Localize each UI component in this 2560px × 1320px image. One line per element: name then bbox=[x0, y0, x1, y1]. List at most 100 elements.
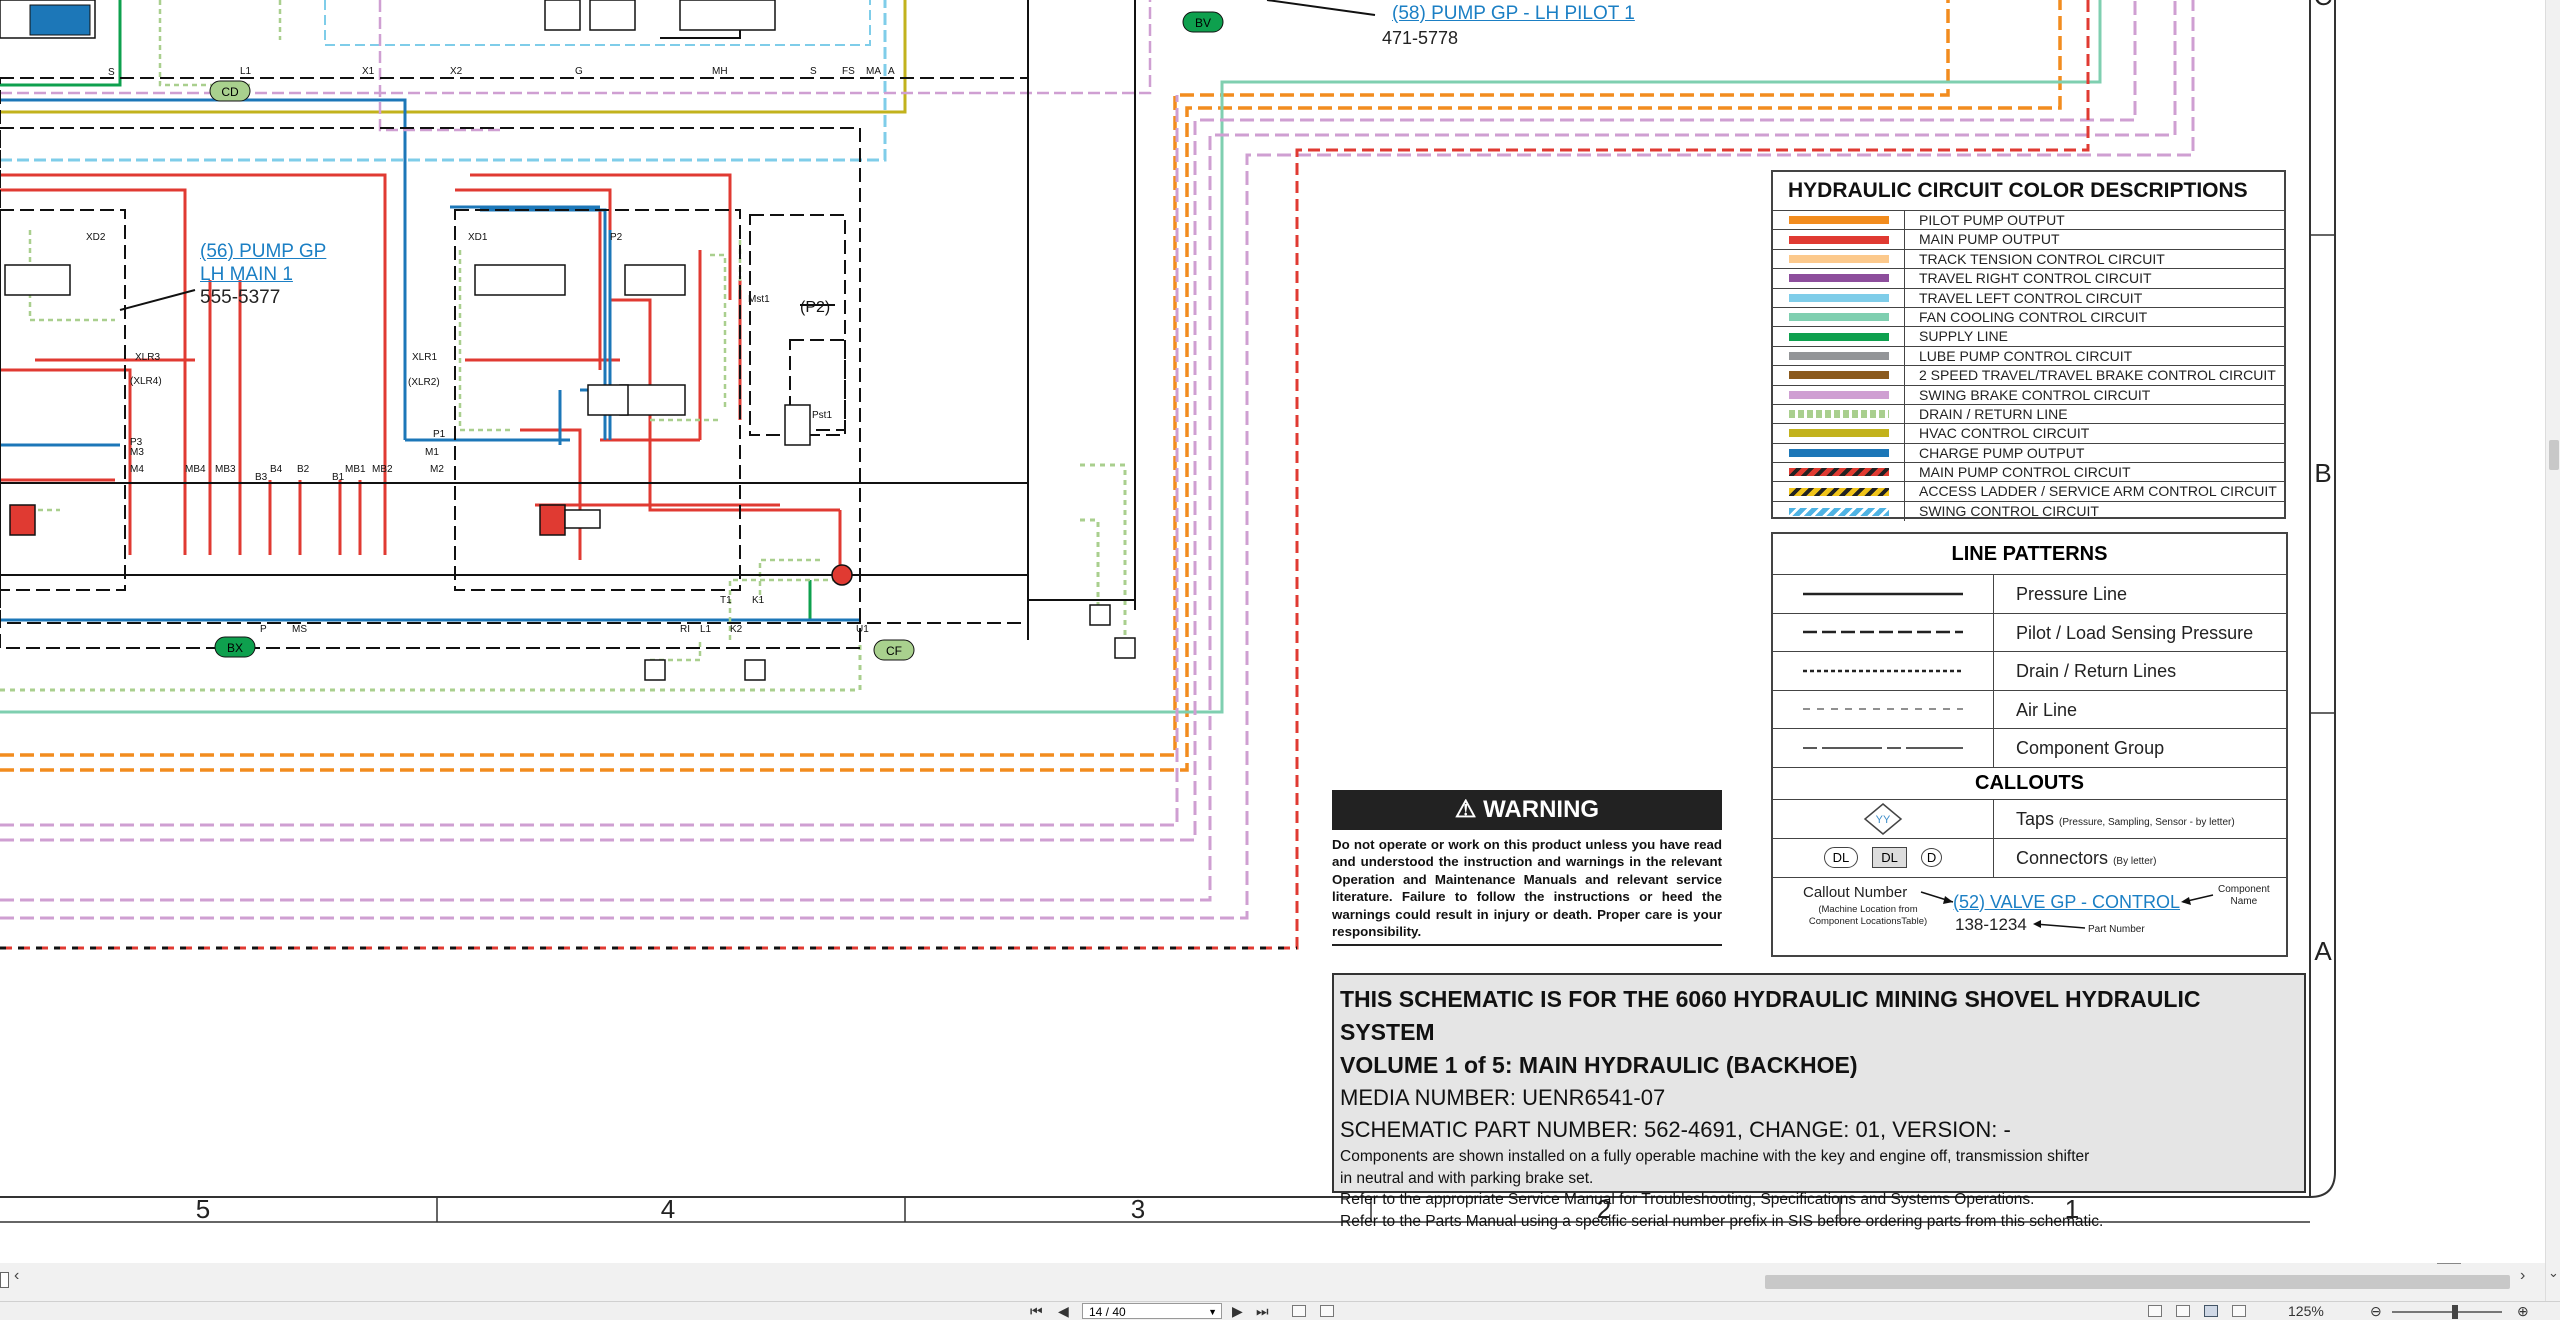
color-legend-label: SUPPLY LINE bbox=[1919, 328, 2008, 345]
connector-cf: CF bbox=[873, 639, 915, 661]
color-swatch bbox=[1788, 332, 1889, 341]
fit-page-icon[interactable] bbox=[1292, 1305, 1306, 1317]
line-pattern-row: Air Line bbox=[1773, 690, 2286, 729]
port-label: S bbox=[108, 67, 115, 78]
color-legend-row: 2 SPEED TRAVEL/TRAVEL BRAKE CONTROL CIRC… bbox=[1773, 366, 2284, 386]
viewer-toolbar: ⏮ ◀ 14 / 40 ▼ ▶ ⏭ 125% ⊖ ⊕ bbox=[0, 1301, 2560, 1320]
line-pattern-row: Component Group bbox=[1773, 729, 2286, 768]
tap-diamond-icon: YY bbox=[1863, 802, 1903, 835]
fit-width-icon[interactable] bbox=[1320, 1305, 1334, 1317]
port-label: Pst1 bbox=[812, 410, 832, 421]
port-label: U1 bbox=[856, 624, 869, 635]
title-line-1: THIS SCHEMATIC IS FOR THE 6060 HYDRAULIC… bbox=[1340, 986, 2201, 1045]
port-label: G bbox=[575, 66, 583, 77]
color-legend-label: MAIN PUMP CONTROL CIRCUIT bbox=[1919, 464, 2131, 481]
zoom-slider[interactable] bbox=[2392, 1305, 2502, 1319]
scroll-left-stop[interactable] bbox=[0, 1272, 9, 1288]
line-pattern-row: Pressure Line bbox=[1773, 575, 2286, 614]
color-legend-row: SUPPLY LINE bbox=[1773, 327, 2284, 347]
callout-example: Callout Number (Machine Location from Co… bbox=[1773, 878, 2286, 950]
port-label: B4 bbox=[270, 464, 283, 475]
first-page-icon[interactable]: ⏮ bbox=[1030, 1303, 1043, 1320]
media-number: MEDIA NUMBER: UENR6541-07 bbox=[1340, 1085, 1666, 1110]
connector-bx: BX bbox=[214, 636, 256, 658]
port-label: K2 bbox=[730, 624, 743, 635]
connector-cd: CD bbox=[209, 80, 251, 102]
port-label: M4 bbox=[130, 464, 144, 475]
line-pattern-row: Pilot / Load Sensing Pressure bbox=[1773, 613, 2286, 652]
warning-text: Do not operate or work on this product u… bbox=[1332, 836, 1722, 947]
two-page-view-icon[interactable] bbox=[2204, 1305, 2218, 1317]
schematic-part-number: SCHEMATIC PART NUMBER: 562-4691, CHANGE:… bbox=[1340, 1117, 2011, 1142]
color-swatch bbox=[1788, 254, 1889, 263]
color-swatch bbox=[1788, 429, 1889, 438]
port-label: L1 bbox=[700, 624, 712, 635]
horizontal-scrollbar[interactable]: ‹ › bbox=[0, 1263, 2545, 1301]
port-label: M2 bbox=[430, 464, 444, 475]
color-legend-row: SWING BRAKE CONTROL CIRCUIT bbox=[1773, 385, 2284, 405]
zoom-level[interactable]: 125% bbox=[2288, 1303, 2324, 1319]
grid-col-5: 5 bbox=[196, 1194, 210, 1224]
note-4: Refer to the Parts Manual using a specif… bbox=[1340, 1212, 2104, 1230]
connectors-row: DL DL D Connectors (By letter) bbox=[1773, 838, 2286, 878]
previous-page-icon[interactable]: ◀ bbox=[1058, 1303, 1069, 1320]
continuous-view-icon[interactable] bbox=[2176, 1305, 2190, 1317]
color-legend-label: SWING BRAKE CONTROL CIRCUIT bbox=[1919, 386, 2151, 403]
scroll-down-arrow-icon[interactable]: ⌄ bbox=[2548, 1265, 2559, 1281]
line-patterns-title: LINE PATTERNS bbox=[1773, 534, 2286, 575]
scroll-right-arrow-icon[interactable]: › bbox=[2520, 1267, 2525, 1285]
color-legend-label: DRAIN / RETURN LINE bbox=[1919, 405, 2068, 422]
line-pattern-sample bbox=[1803, 669, 1963, 672]
title-line-2: VOLUME 1 of 5: MAIN HYDRAULIC (BACKHOE) bbox=[1340, 1052, 1858, 1078]
horizontal-scroll-thumb[interactable] bbox=[1765, 1275, 2510, 1289]
zoom-in-icon[interactable]: ⊕ bbox=[2517, 1303, 2529, 1320]
vertical-scrollbar[interactable]: ⌄ bbox=[2545, 0, 2560, 1301]
color-legend-label: TRAVEL LEFT CONTROL CIRCUIT bbox=[1919, 289, 2143, 306]
next-page-icon[interactable]: ▶ bbox=[1232, 1303, 1243, 1320]
note-2: in neutral and with parking brake set. bbox=[1340, 1169, 1594, 1187]
port-label: MB1 bbox=[345, 464, 366, 475]
color-legend-row: PILOT PUMP OUTPUT bbox=[1773, 211, 2284, 231]
document-viewport[interactable]: BV CD BX CF S L1 X1 X2 G MH S FS MA A XD2 XD1 P2 Mst1… bbox=[0, 0, 2545, 1263]
color-swatch bbox=[1788, 274, 1889, 283]
port-label: A bbox=[888, 66, 895, 77]
port-label: XD2 bbox=[86, 232, 106, 243]
svg-text:YY: YY bbox=[1876, 814, 1891, 826]
grid-row-labels: C B A bbox=[2314, 0, 2333, 966]
page-number-select[interactable]: 14 / 40 ▼ bbox=[1082, 1303, 1222, 1319]
color-legend-row: MAIN PUMP CONTROL CIRCUIT bbox=[1773, 463, 2284, 483]
single-page-view-icon[interactable] bbox=[2148, 1305, 2162, 1317]
warning-triangle-icon: ⚠ bbox=[1454, 796, 1477, 823]
svg-text:CF: CF bbox=[886, 644, 902, 658]
color-legend-row: CHARGE PUMP OUTPUT bbox=[1773, 443, 2284, 464]
port-label: (XLR2) bbox=[408, 377, 440, 388]
color-legend-row: FAN COOLING CONTROL CIRCUIT bbox=[1773, 307, 2284, 328]
color-legend-label: TRACK TENSION CONTROL CIRCUIT bbox=[1919, 250, 2165, 267]
callout-pump-main[interactable]: (56) PUMP GP LH MAIN 1 555-5377 bbox=[200, 240, 326, 309]
callout-arrows bbox=[1920, 890, 2214, 929]
color-swatch bbox=[1788, 351, 1889, 360]
scroll-left-arrow-icon[interactable]: ‹ bbox=[14, 1267, 19, 1285]
port-label: RI bbox=[680, 624, 690, 635]
color-swatch bbox=[1788, 507, 1889, 516]
color-swatch bbox=[1788, 410, 1889, 419]
color-swatch bbox=[1788, 487, 1889, 496]
color-legend-label: ACCESS LADDER / SERVICE ARM CONTROL CIRC… bbox=[1919, 483, 2277, 500]
line-pattern-sample bbox=[1803, 592, 1963, 595]
grid-row-b: B bbox=[2314, 458, 2331, 488]
vertical-scroll-thumb[interactable] bbox=[2549, 440, 2559, 470]
color-legend-row: LUBE PUMP CONTROL CIRCUIT bbox=[1773, 346, 2284, 367]
color-swatch bbox=[1788, 448, 1889, 457]
zoom-out-icon[interactable]: ⊖ bbox=[2370, 1303, 2382, 1320]
port-labels: S L1 X1 X2 G MH S FS MA A XD2 XD1 P2 Mst1 (P2) XLR3 (XLR… bbox=[86, 66, 895, 635]
zoom-slider-handle[interactable] bbox=[2452, 1305, 2458, 1319]
two-page-continuous-icon[interactable] bbox=[2232, 1305, 2246, 1317]
callout-pump-pilot[interactable]: (58) PUMP GP - LH PILOT 1 bbox=[1392, 3, 1635, 25]
port-label: P bbox=[260, 624, 267, 635]
page-dropdown-icon: ▼ bbox=[1208, 1307, 1217, 1317]
color-legend-label: SWING CONTROL CIRCUIT bbox=[1919, 502, 2099, 519]
color-legend-row: TRAVEL LEFT CONTROL CIRCUIT bbox=[1773, 288, 2284, 308]
part-number-pump-main: 555-5377 bbox=[200, 287, 281, 308]
last-page-icon[interactable]: ⏭ bbox=[1256, 1303, 1269, 1320]
connector-bv: BV bbox=[1182, 11, 1224, 33]
